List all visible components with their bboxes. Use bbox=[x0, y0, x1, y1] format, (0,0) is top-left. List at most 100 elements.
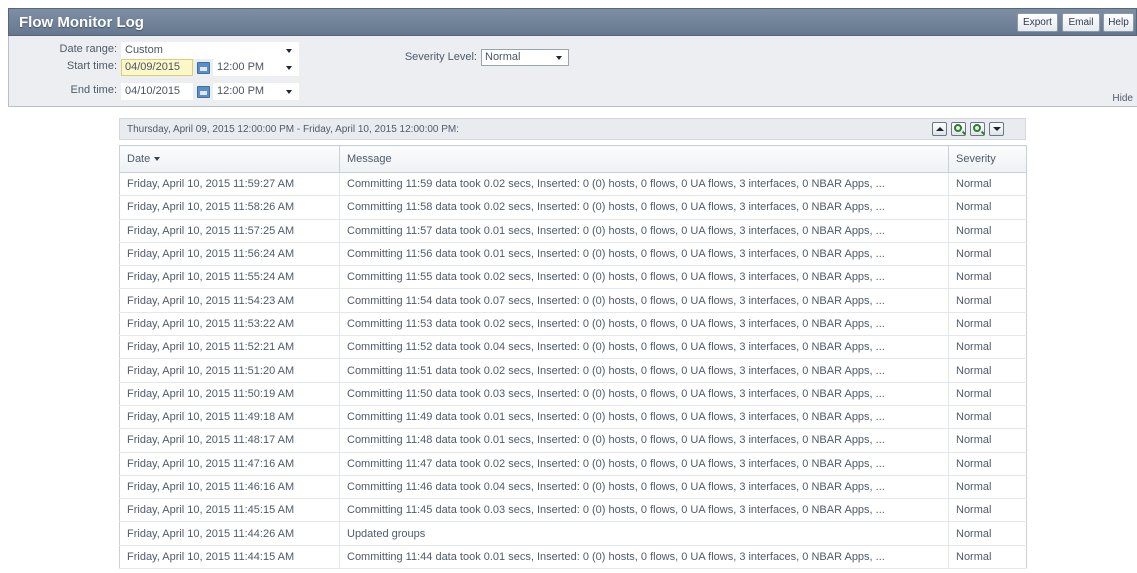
date-range-select[interactable]: Custom bbox=[121, 42, 299, 59]
table-row[interactable]: Friday, April 10, 2015 11:59:27 AM Commit… bbox=[119, 172, 1027, 197]
cell-message: Committing 11:51 data took 0.02 secs, In… bbox=[339, 358, 949, 383]
cell-date: Friday, April 10, 2015 11:44:15 AM bbox=[119, 545, 340, 570]
scroll-down-button[interactable] bbox=[989, 122, 1004, 136]
cell-severity: Normal bbox=[948, 452, 1027, 476]
end-date-input[interactable]: 04/10/2015 bbox=[121, 83, 193, 100]
cell-severity: Normal bbox=[948, 242, 1027, 267]
zoom-out-icon bbox=[973, 124, 981, 132]
cell-severity: Normal bbox=[948, 335, 1027, 360]
cell-date: Friday, April 10, 2015 11:51:20 AM bbox=[119, 358, 340, 383]
sort-desc-icon bbox=[154, 157, 161, 162]
log-table: Date Message Severity Friday, April 10, … bbox=[119, 145, 1027, 570]
help-button[interactable]: Help bbox=[1103, 13, 1134, 32]
chevron-down-icon bbox=[286, 90, 292, 94]
cell-message: Committing 11:56 data took 0.01 secs, In… bbox=[339, 242, 949, 267]
severity-level-select[interactable]: Normal bbox=[481, 49, 569, 66]
cell-severity: Normal bbox=[948, 265, 1027, 290]
cell-severity: Normal bbox=[948, 195, 1027, 220]
cell-message: Committing 11:55 data took 0.02 secs, In… bbox=[339, 265, 949, 290]
table-row[interactable]: Friday, April 10, 2015 11:49:18 AM Commit… bbox=[119, 405, 1027, 430]
cell-date: Friday, April 10, 2015 11:49:18 AM bbox=[119, 405, 340, 430]
table-header-row: Date Message Severity bbox=[119, 145, 1027, 173]
cell-date: Friday, April 10, 2015 11:57:25 AM bbox=[119, 219, 340, 243]
column-header-label: Message bbox=[347, 153, 392, 165]
filter-panel: Date range: Custom Start time: 04/09/201… bbox=[8, 36, 1137, 107]
table-row[interactable]: Friday, April 10, 2015 11:58:26 AM Commit… bbox=[119, 195, 1027, 220]
hide-link[interactable]: Hide bbox=[1112, 93, 1133, 104]
cell-severity: Normal bbox=[948, 172, 1027, 197]
cell-severity: Normal bbox=[948, 312, 1027, 337]
zoom-in-button[interactable] bbox=[951, 122, 966, 136]
table-row[interactable]: Friday, April 10, 2015 11:54:23 AM Commit… bbox=[119, 288, 1027, 313]
start-date-input[interactable]: 04/09/2015 bbox=[121, 59, 193, 76]
cell-message: Committing 11:53 data took 0.02 secs, In… bbox=[339, 312, 949, 337]
table-row[interactable]: Friday, April 10, 2015 11:45:15 AM Commit… bbox=[119, 498, 1027, 523]
date-range-header: Thursday, April 09, 2015 12:00:00 PM - F… bbox=[119, 118, 1026, 140]
cell-severity: Normal bbox=[948, 521, 1027, 546]
table-row[interactable]: Friday, April 10, 2015 11:55:24 AM Commit… bbox=[119, 265, 1027, 290]
cell-date: Friday, April 10, 2015 11:44:26 AM bbox=[119, 521, 340, 546]
column-header-severity[interactable]: Severity bbox=[948, 145, 1027, 173]
date-range-text: Thursday, April 09, 2015 12:00:00 PM - F… bbox=[127, 124, 460, 135]
table-row[interactable]: Friday, April 10, 2015 11:46:16 AM Commit… bbox=[119, 475, 1027, 500]
export-button[interactable]: Export bbox=[1017, 13, 1058, 32]
column-header-label: Date bbox=[127, 153, 151, 165]
cell-message: Committing 11:58 data took 0.02 secs, In… bbox=[339, 195, 949, 220]
chevron-down-icon bbox=[286, 66, 292, 70]
end-time-select[interactable]: 12:00 PM bbox=[213, 83, 299, 100]
cell-date: Friday, April 10, 2015 11:45:15 AM bbox=[119, 498, 340, 523]
end-time-value: 12:00 PM bbox=[217, 85, 265, 97]
cell-date: Friday, April 10, 2015 11:55:24 AM bbox=[119, 265, 340, 290]
cell-message: Committing 11:57 data took 0.01 secs, In… bbox=[339, 219, 949, 243]
cell-message: Committing 11:46 data took 0.04 secs, In… bbox=[339, 475, 949, 500]
cell-message: Committing 11:45 data took 0.03 secs, In… bbox=[339, 498, 949, 523]
date-range-label: Date range: bbox=[59, 43, 117, 55]
cell-message: Committing 11:52 data took 0.04 secs, In… bbox=[339, 335, 949, 360]
table-row[interactable]: Friday, April 10, 2015 11:52:21 AM Commit… bbox=[119, 335, 1027, 360]
zoom-in-icon bbox=[954, 124, 962, 132]
table-row[interactable]: Friday, April 10, 2015 11:44:15 AM Commit… bbox=[119, 545, 1027, 570]
scroll-up-button[interactable] bbox=[932, 122, 947, 136]
chevron-down-icon bbox=[286, 49, 292, 53]
table-row[interactable]: Friday, April 10, 2015 11:48:17 AM Commit… bbox=[119, 428, 1027, 453]
cell-date: Friday, April 10, 2015 11:46:16 AM bbox=[119, 475, 340, 500]
zoom-out-button[interactable] bbox=[970, 122, 985, 136]
start-time-select[interactable]: 12:00 PM bbox=[213, 59, 299, 76]
cell-message: Committing 11:54 data took 0.07 secs, In… bbox=[339, 288, 949, 313]
end-time-label: End time: bbox=[70, 84, 117, 96]
cell-date: Friday, April 10, 2015 11:54:23 AM bbox=[119, 288, 340, 313]
date-range-value: Custom bbox=[125, 44, 163, 56]
cell-severity: Normal bbox=[948, 219, 1027, 243]
cell-date: Friday, April 10, 2015 11:47:16 AM bbox=[119, 452, 340, 476]
email-button[interactable]: Email bbox=[1062, 13, 1100, 32]
table-row[interactable]: Friday, April 10, 2015 11:50:19 AM Commit… bbox=[119, 382, 1027, 406]
cell-severity: Normal bbox=[948, 475, 1027, 500]
start-time-value: 12:00 PM bbox=[217, 61, 265, 73]
table-row[interactable]: Friday, April 10, 2015 11:53:22 AM Commit… bbox=[119, 312, 1027, 337]
column-header-message[interactable]: Message bbox=[339, 145, 949, 173]
column-header-date[interactable]: Date bbox=[119, 145, 340, 173]
arrow-up-icon bbox=[936, 127, 944, 131]
cell-message: Committing 11:49 data took 0.01 secs, In… bbox=[339, 405, 949, 430]
calendar-icon[interactable] bbox=[197, 86, 210, 98]
table-row[interactable]: Friday, April 10, 2015 11:47:16 AM Commit… bbox=[119, 452, 1027, 476]
cell-date: Friday, April 10, 2015 11:52:21 AM bbox=[119, 335, 340, 360]
table-row[interactable]: Friday, April 10, 2015 11:51:20 AM Commit… bbox=[119, 358, 1027, 383]
cell-date: Friday, April 10, 2015 11:50:19 AM bbox=[119, 382, 340, 406]
page-title: Flow Monitor Log bbox=[19, 14, 144, 31]
severity-level-value: Normal bbox=[485, 51, 521, 63]
table-row[interactable]: Friday, April 10, 2015 11:44:26 AM Update… bbox=[119, 521, 1027, 546]
cell-date: Friday, April 10, 2015 11:58:26 AM bbox=[119, 195, 340, 220]
cell-severity: Normal bbox=[948, 382, 1027, 406]
cell-severity: Normal bbox=[948, 288, 1027, 313]
cell-message: Committing 11:59 data took 0.02 secs, In… bbox=[339, 172, 949, 197]
column-header-label: Severity bbox=[956, 153, 996, 165]
cell-severity: Normal bbox=[948, 428, 1027, 453]
cell-message: Committing 11:50 data took 0.03 secs, In… bbox=[339, 382, 949, 406]
cell-date: Friday, April 10, 2015 11:53:22 AM bbox=[119, 312, 340, 337]
start-time-label: Start time: bbox=[66, 60, 117, 72]
calendar-icon[interactable] bbox=[197, 62, 210, 74]
title-bar: Flow Monitor Log Export Email Help bbox=[8, 8, 1137, 36]
table-row[interactable]: Friday, April 10, 2015 11:57:25 AM Commit… bbox=[119, 219, 1027, 243]
table-row[interactable]: Friday, April 10, 2015 11:56:24 AM Commit… bbox=[119, 242, 1027, 267]
